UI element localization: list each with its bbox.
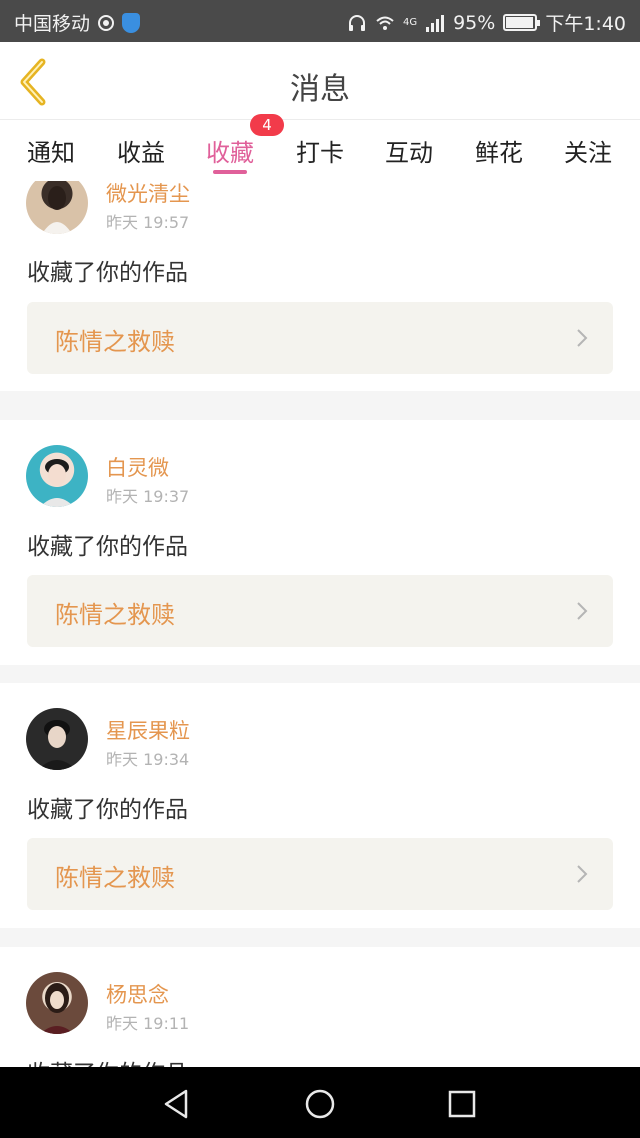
battery-percent: 95% [453, 11, 496, 34]
action-text: 收藏了你的作品 [27, 534, 188, 560]
favorites-badge: 4 [250, 114, 284, 136]
timestamp: 昨天 19:11 [106, 1014, 190, 1033]
user-name[interactable]: 白灵微 [106, 452, 169, 482]
headset-icon [348, 14, 365, 31]
action-text: 收藏了你的作品 [27, 260, 188, 286]
triangle-back-icon[interactable] [160, 1087, 194, 1121]
tab-bar: 通知 收益 收藏 打卡 互动 鲜花 关注 [0, 121, 640, 181]
tab-flowers[interactable]: 鲜花 [459, 133, 539, 168]
network-type: 4G [402, 17, 418, 28]
avatar[interactable] [26, 708, 88, 770]
square-recents-icon[interactable] [445, 1087, 479, 1121]
avatar[interactable] [26, 181, 88, 234]
message-card: 白灵微 昨天 19:37 收藏了你的作品 陈情之救赎 [0, 420, 640, 665]
avatar-figure [38, 720, 76, 770]
timestamp: 昨天 19:57 [106, 213, 190, 232]
work-link[interactable]: 陈情之救赎 [27, 302, 613, 374]
tab-favorites[interactable]: 收藏 [190, 133, 270, 168]
system-nav-bar [0, 1067, 640, 1138]
work-title: 陈情之救赎 [55, 864, 175, 892]
carrier-label: 中国移动 [14, 13, 91, 35]
tab-earnings[interactable]: 收益 [101, 133, 181, 168]
avatar[interactable] [26, 972, 88, 1034]
status-bar: 中国移动 4G 95% 下午1:40 [0, 0, 640, 42]
work-title: 陈情之救赎 [55, 601, 175, 629]
sync-icon [98, 14, 115, 31]
user-name[interactable]: 星辰果粒 [106, 715, 190, 745]
chevron-right-icon [577, 865, 588, 883]
tab-follow[interactable]: 关注 [548, 133, 628, 168]
work-link[interactable]: 陈情之救赎 [27, 838, 613, 910]
active-tab-indicator [213, 170, 247, 174]
message-card: 微光清尘 昨天 19:57 收藏了你的作品 陈情之救赎 [0, 181, 640, 391]
work-title: 陈情之救赎 [55, 328, 175, 356]
message-card: 星辰果粒 昨天 19:34 收藏了你的作品 陈情之救赎 [0, 683, 640, 928]
shield-icon [122, 12, 141, 33]
circle-home-icon[interactable] [303, 1087, 337, 1121]
avatar[interactable] [26, 445, 88, 507]
user-name[interactable]: 微光清尘 [106, 181, 190, 208]
chevron-right-icon [577, 602, 588, 620]
battery-icon [503, 14, 541, 31]
avatar-figure [40, 459, 74, 507]
message-feed[interactable]: 微光清尘 昨天 19:57 收藏了你的作品 陈情之救赎 白灵微 昨天 19:37… [0, 181, 640, 1067]
timestamp: 昨天 19:34 [106, 750, 190, 769]
clock: 下午1:40 [545, 13, 626, 35]
timestamp: 昨天 19:37 [106, 487, 190, 506]
avatar-figure [40, 983, 74, 1034]
tab-interaction[interactable]: 互动 [369, 133, 449, 168]
user-name[interactable]: 杨思念 [106, 979, 169, 1009]
work-link[interactable]: 陈情之救赎 [27, 575, 613, 647]
tab-checkin[interactable]: 打卡 [280, 133, 360, 168]
action-text: 收藏了你的作品 [27, 1054, 188, 1067]
wifi-icon [376, 16, 394, 30]
header: 消息 [0, 42, 640, 120]
signal-icon [426, 14, 445, 32]
chevron-right-icon [577, 329, 588, 347]
tab-notice[interactable]: 通知 [11, 133, 91, 168]
message-card: 杨思念 昨天 19:11 收藏了你的作品 [0, 947, 640, 1067]
action-text: 收藏了你的作品 [27, 797, 188, 823]
avatar-figure [42, 186, 72, 234]
battery-fill [506, 17, 534, 28]
page-title: 消息 [290, 72, 350, 107]
